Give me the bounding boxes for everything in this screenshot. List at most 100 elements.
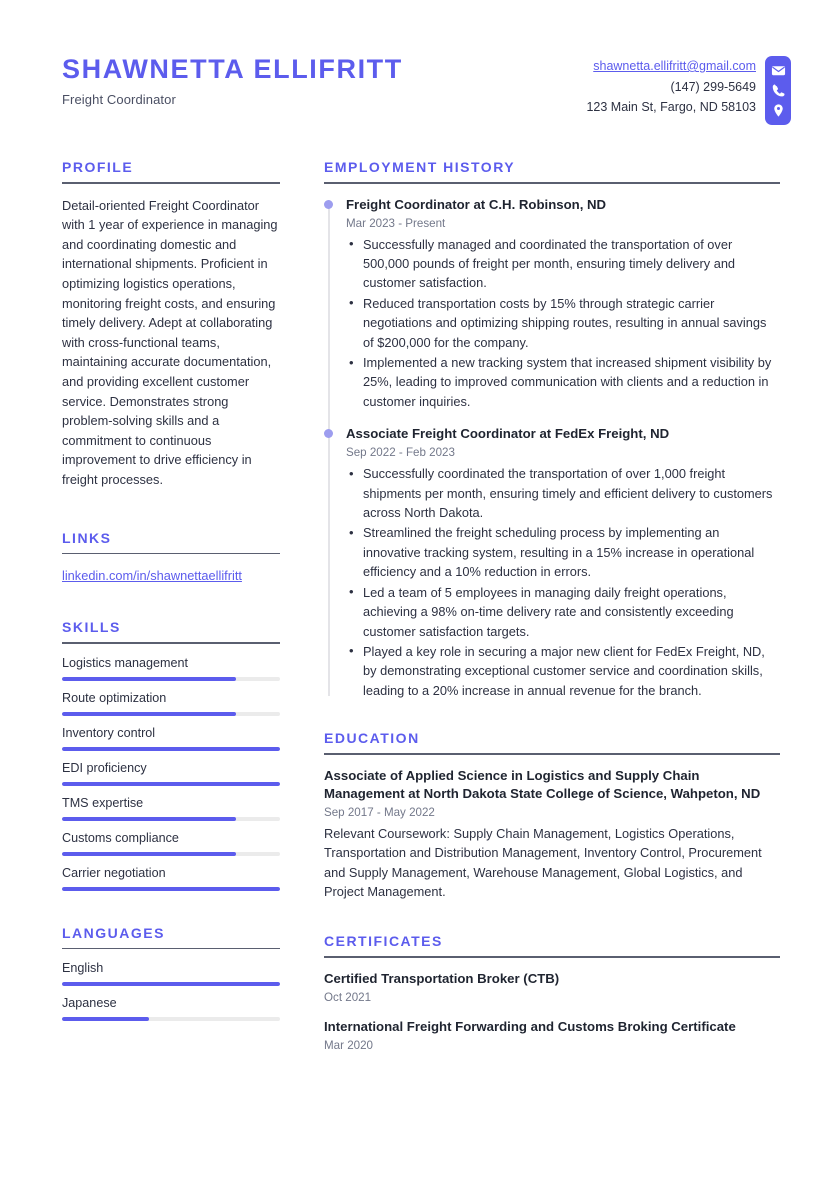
skill-bar-track (62, 676, 280, 681)
skill-bar-fill (62, 746, 280, 751)
contact-block: shawnetta.ellifritt@gmail.com (147) 299-… (586, 50, 791, 125)
skill-item: Inventory control (62, 726, 280, 751)
certificate-title: Certified Transportation Broker (CTB) (324, 970, 560, 986)
section-skills: SKILLS Logistics management Route optimi… (62, 619, 280, 891)
section-title-employment: EMPLOYMENT HISTORY (324, 159, 516, 175)
certificate-date: Mar 2020 (324, 1038, 373, 1052)
bullet-item: Successfully coordinated the transportat… (346, 464, 780, 522)
link-item[interactable]: linkedin.com/in/shawnettaellifritt (62, 566, 242, 585)
skill-bar-track (62, 781, 280, 786)
section-title-links: LINKS (62, 529, 112, 546)
language-bar-track (62, 1017, 280, 1022)
section-rule (62, 642, 280, 644)
bullet-item: Successfully managed and coordinated the… (346, 234, 780, 293)
section-rule (324, 753, 780, 755)
page-title: SHAWNETTA ELLIFRITT (62, 54, 403, 84)
language-bar-fill (62, 1017, 150, 1022)
skill-bar-track (62, 886, 280, 891)
certificate-entry: International Freight Forwarding and Cus… (324, 1018, 780, 1052)
section-rule (324, 956, 780, 958)
right-column: EMPLOYMENT HISTORY Freight Coordinator a… (324, 159, 780, 1078)
section-title-education: EDUCATION (324, 730, 420, 747)
employment-entry: Freight Coordinator at C.H. Robinson, ND… (324, 196, 780, 412)
bullet-item: Led a team of 5 employees in managing da… (346, 582, 780, 641)
language-item: English (62, 961, 280, 987)
section-rule (62, 182, 280, 184)
bullet-item: Reduced transportation costs by 15% thro… (346, 293, 780, 352)
employment-title: Associate Freight Coordinator at FedEx F… (346, 426, 670, 442)
envelope-icon (771, 63, 786, 78)
job-title: Freight Coordinator (62, 92, 176, 108)
section-employment: EMPLOYMENT HISTORY Freight Coordinator a… (324, 159, 780, 700)
skill-item: Route optimization (62, 691, 280, 716)
skill-bar-track (62, 746, 280, 751)
contact-email[interactable]: shawnetta.ellifritt@gmail.com (586, 56, 756, 77)
employment-timeline: Freight Coordinator at C.H. Robinson, ND… (324, 196, 780, 701)
bullet-item: Played a key role in securing a major ne… (346, 641, 780, 700)
timeline-dot-icon (324, 429, 333, 439)
certificate-date: Oct 2021 (324, 990, 372, 1004)
skill-bar-fill (62, 781, 280, 786)
resume-header: SHAWNETTA ELLIFRITT Freight Coordinator … (0, 0, 833, 125)
skill-item: TMS expertise (62, 796, 280, 821)
skill-item: Carrier negotiation (62, 866, 280, 891)
contact-icon-rail (765, 56, 791, 125)
phone-icon (771, 83, 786, 98)
skill-item: Logistics management (62, 656, 280, 681)
profile-text: Detail-oriented Freight Coordinator with… (62, 197, 278, 487)
contact-phone: (147) 299-5649 (670, 79, 756, 94)
skill-label: Inventory control (62, 725, 156, 740)
bullet-item: Implemented a new tracking system that i… (346, 353, 780, 411)
contact-address: 123 Main St, Fargo, ND 58103 (586, 100, 756, 114)
skill-label: Route optimization (62, 690, 167, 705)
contact-lines: shawnetta.ellifritt@gmail.com (147) 299-… (586, 56, 756, 118)
employment-bullets: Successfully coordinated the transportat… (346, 464, 780, 700)
bullet-item: Streamlined the freight scheduling proce… (346, 523, 780, 581)
section-title-languages: LANGUAGES (62, 924, 165, 941)
skill-bar-fill (62, 676, 237, 681)
employment-entry: Associate Freight Coordinator at FedEx F… (324, 425, 780, 700)
language-label: Japanese (62, 996, 117, 1011)
section-links: LINKS linkedin.com/in/shawnettaellifritt (62, 530, 280, 586)
language-label: English (62, 961, 104, 976)
section-profile: PROFILE Detail-oriented Freight Coordina… (62, 159, 280, 490)
section-rule (324, 182, 780, 184)
education-body: Relevant Coursework: Supply Chain Manage… (324, 825, 762, 899)
skill-label: Logistics management (62, 655, 189, 670)
employment-bullets: Successfully managed and coordinated the… (346, 234, 780, 412)
employment-date: Mar 2023 - Present (346, 216, 446, 230)
skill-bar-track (62, 816, 280, 821)
skill-bar-fill (62, 886, 280, 891)
skill-bar-fill (62, 711, 237, 716)
resume-page: SHAWNETTA ELLIFRITT Freight Coordinator … (0, 0, 833, 1178)
skill-item: Customs compliance (62, 831, 280, 856)
skill-label: Carrier negotiation (62, 865, 166, 880)
language-item: Japanese (62, 996, 280, 1022)
location-pin-icon (771, 103, 786, 118)
skill-bar-fill (62, 851, 237, 856)
section-title-profile: PROFILE (62, 159, 134, 175)
resume-body: PROFILE Detail-oriented Freight Coordina… (0, 125, 833, 1078)
skill-bar-track (62, 851, 280, 856)
employment-date: Sep 2022 - Feb 2023 (346, 446, 455, 460)
skill-label: EDI proficiency (62, 760, 147, 775)
certificate-title: International Freight Forwarding and Cus… (324, 1018, 736, 1034)
skill-label: TMS expertise (62, 795, 144, 810)
employment-title: Freight Coordinator at C.H. Robinson, ND (346, 196, 607, 212)
section-languages: LANGUAGES English Japanese (62, 925, 280, 1022)
skill-bar-track (62, 711, 280, 716)
section-certificates: CERTIFICATES Certified Transportation Br… (324, 933, 780, 1052)
education-date: Sep 2017 - May 2022 (324, 805, 435, 819)
section-education: EDUCATION Associate of Applied Science i… (324, 730, 780, 901)
timeline-dot-icon (324, 199, 333, 209)
section-title-certificates: CERTIFICATES (324, 933, 443, 950)
section-rule (62, 552, 280, 555)
language-bar-track (62, 982, 280, 987)
section-rule (62, 947, 280, 950)
skill-label: Customs compliance (62, 830, 179, 845)
education-title: Associate of Applied Science in Logistic… (324, 767, 761, 801)
skill-item: EDI proficiency (62, 761, 280, 786)
name-block: SHAWNETTA ELLIFRITT Freight Coordinator (62, 50, 403, 107)
language-bar-fill (62, 982, 280, 987)
skill-bar-fill (62, 816, 237, 821)
